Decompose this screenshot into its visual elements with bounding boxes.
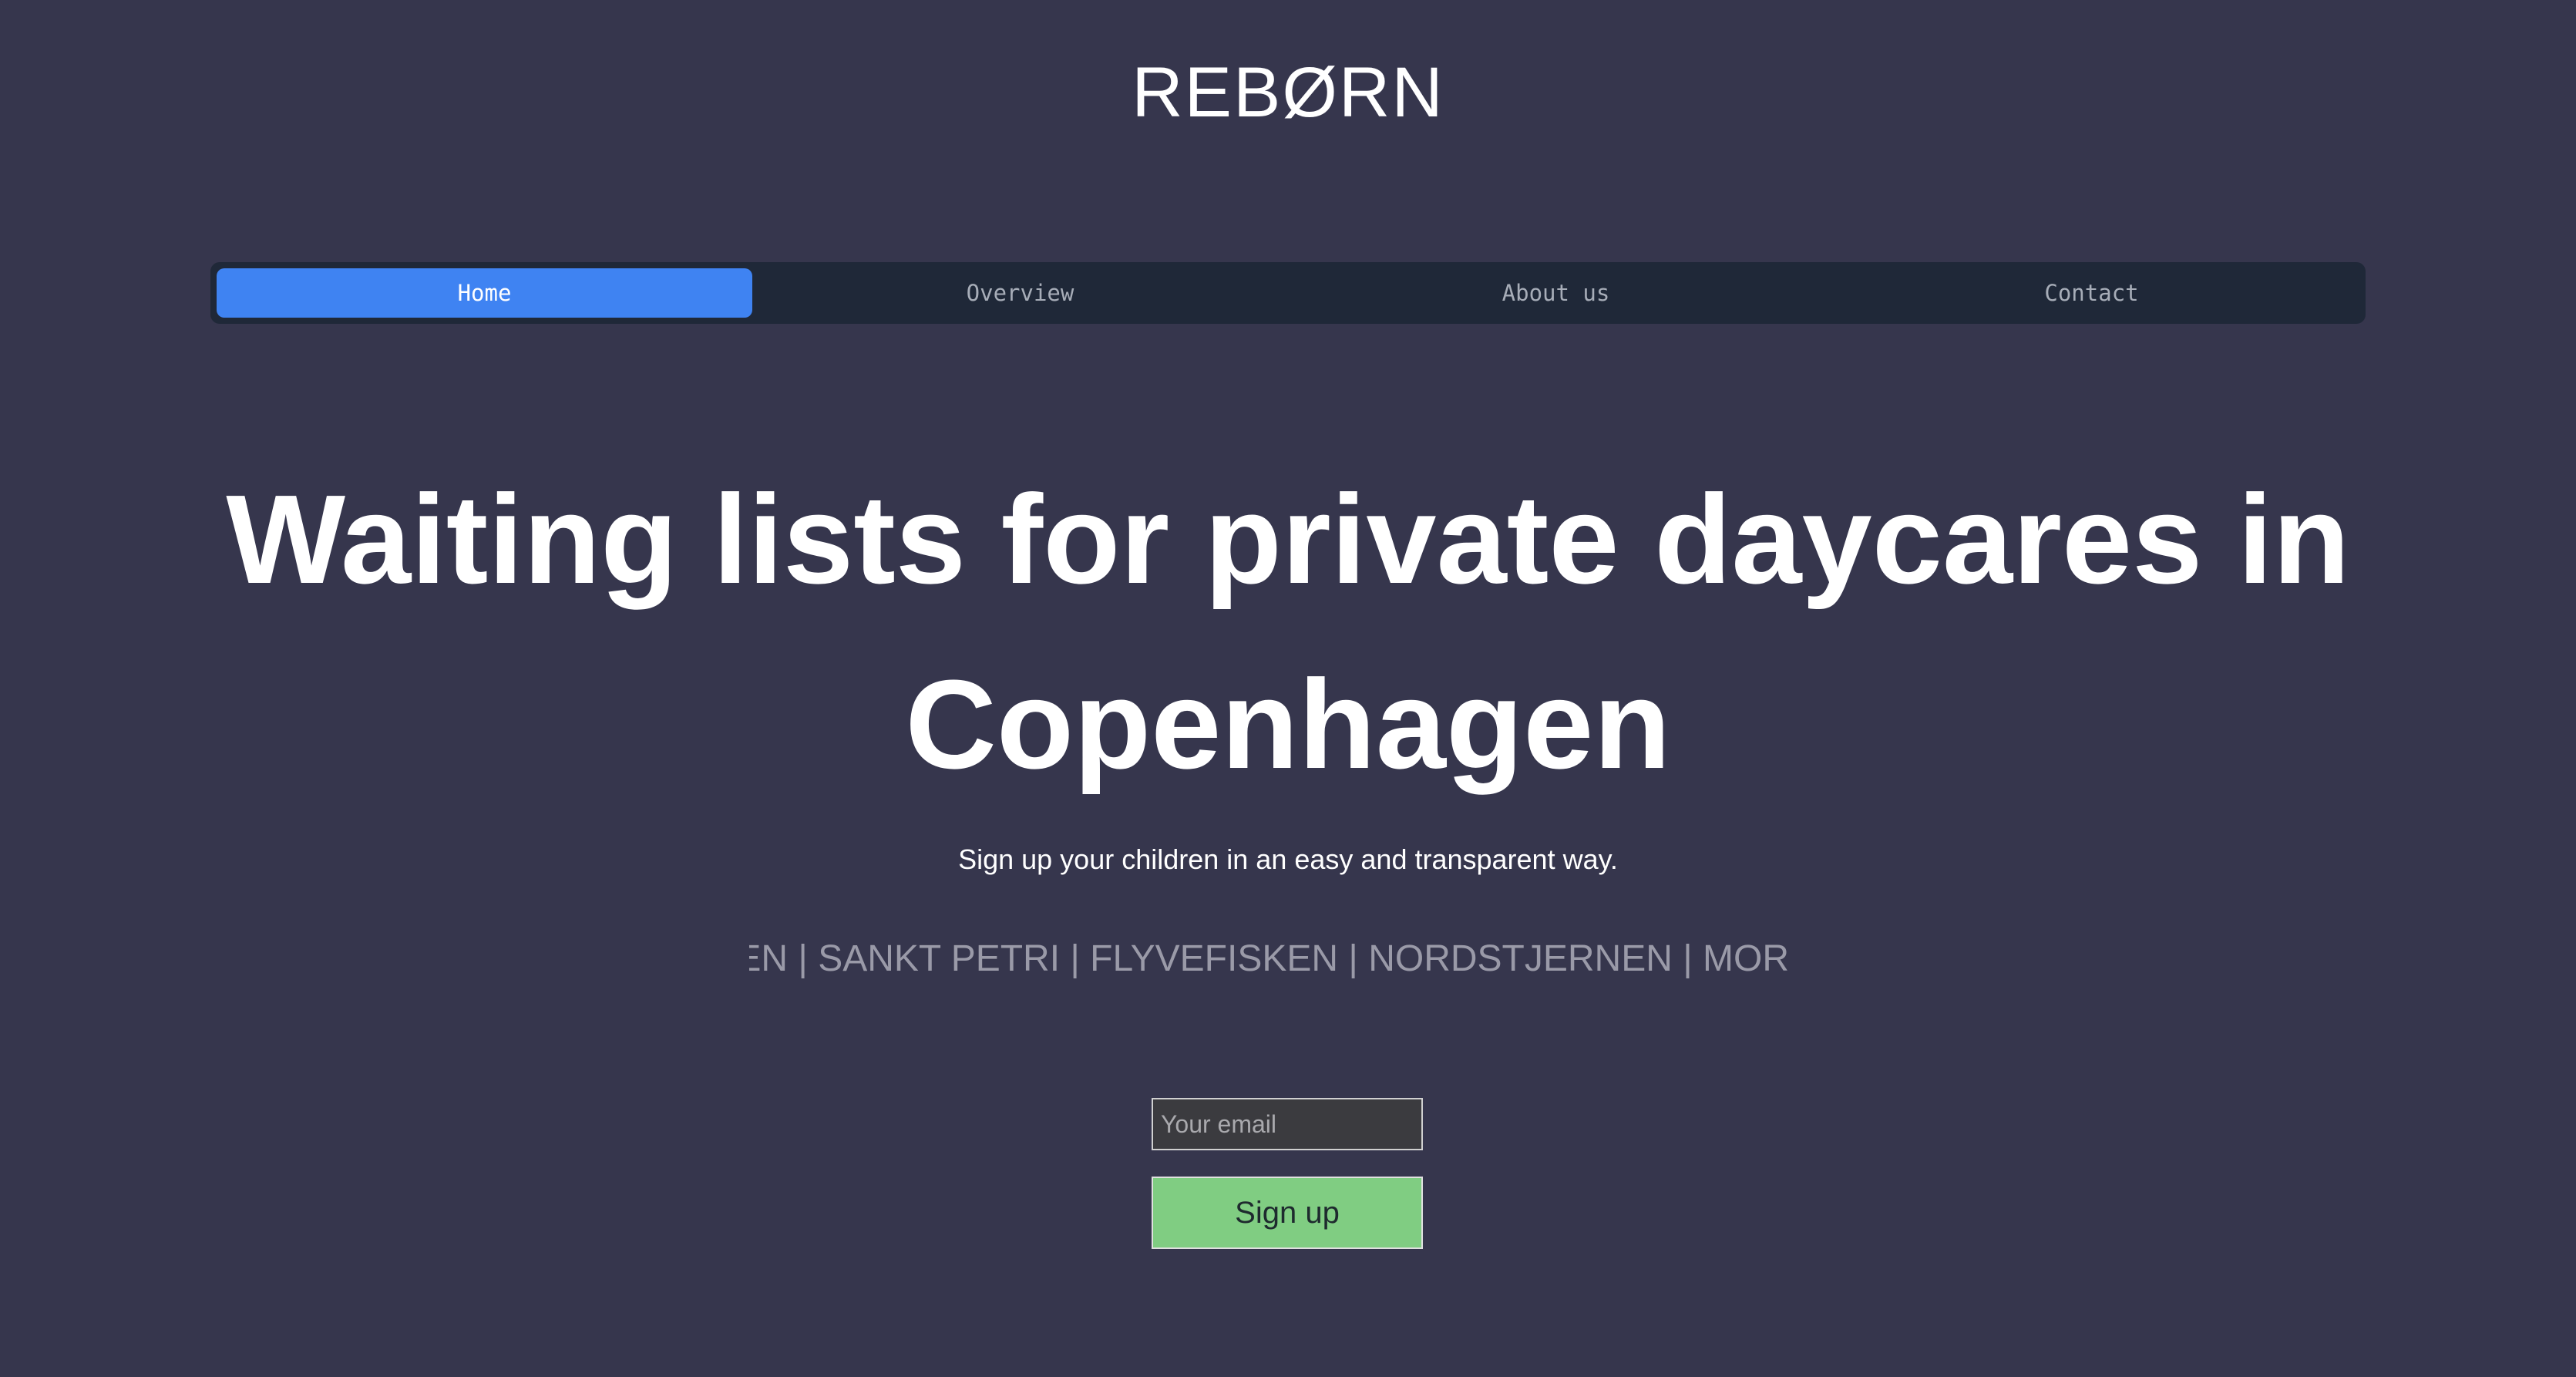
email-input[interactable] — [1152, 1098, 1423, 1150]
daycare-name-ticker: ØPPEN | SANKT PETRI | FLYVEFISKEN | NORD… — [749, 936, 1828, 982]
hero-headline: Waiting lists for private daycares in Co… — [226, 469, 2350, 795]
landing-page: REBØRN Home Overview About us Contact Wa… — [0, 0, 2576, 1377]
signup-button[interactable]: Sign up — [1152, 1177, 1423, 1249]
nav-tab-home[interactable]: Home — [217, 268, 752, 318]
site-logo[interactable]: REBØRN — [0, 49, 2576, 136]
nav-tab-overview[interactable]: Overview — [752, 268, 1288, 318]
hero-subtitle: Sign up your children in an easy and tra… — [958, 843, 1618, 875]
nav-tab-about-us[interactable]: About us — [1288, 268, 1824, 318]
ticker-text: ØPPEN | SANKT PETRI | FLYVEFISKEN | NORD… — [749, 938, 1789, 979]
main-nav: Home Overview About us Contact — [210, 262, 2366, 324]
nav-tab-contact[interactable]: Contact — [1824, 268, 2359, 318]
